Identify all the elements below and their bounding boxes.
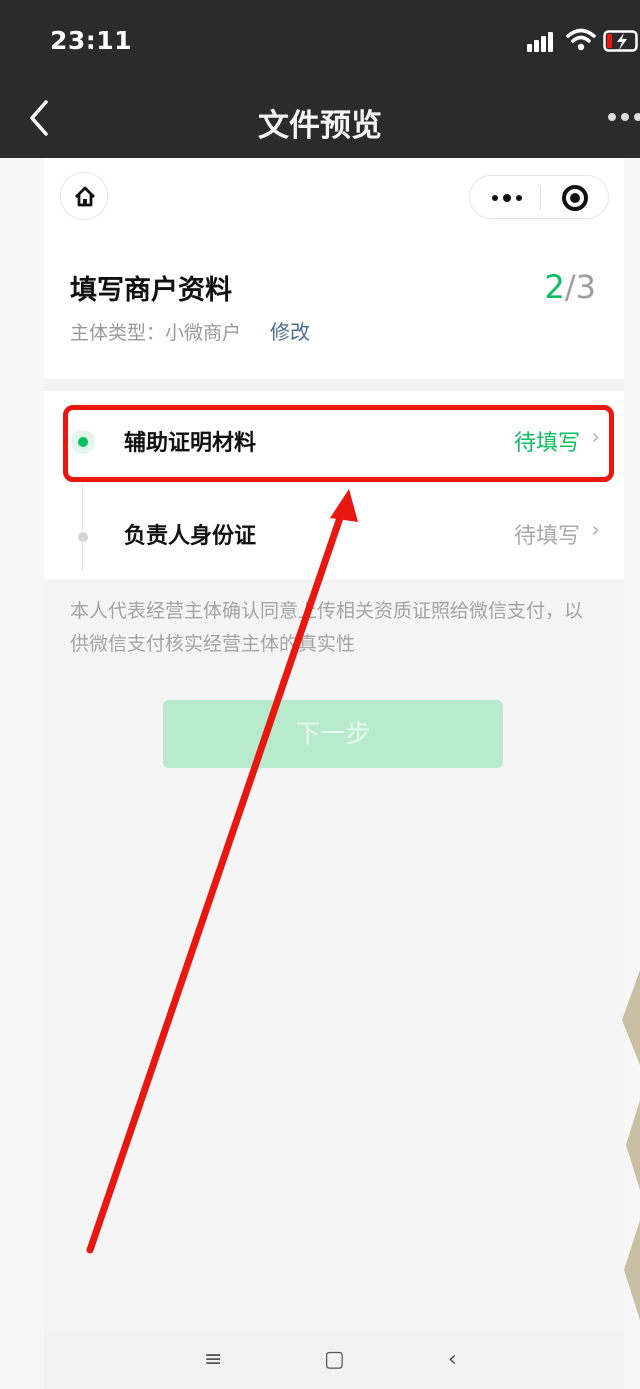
left-gutter (0, 158, 44, 1389)
pending-step-dot (78, 532, 88, 542)
chevron-right-icon: › (591, 518, 600, 543)
mini-program-page: 填写商户资料 2/3 主体类型：小微商户 修改 辅助证明材料 待填写 › 负责人… (44, 158, 624, 1389)
edge-pattern (622, 970, 640, 1320)
record-circle-icon[interactable] (562, 185, 588, 211)
capsule-divider (540, 186, 541, 210)
more-dots-icon[interactable] (492, 194, 524, 203)
signal-icon (527, 32, 557, 52)
status-time: 23:11 (50, 26, 133, 55)
item-status: 待填写 (513, 524, 580, 549)
top-bar: 23:11 文件预览 (0, 0, 640, 158)
back-chevron-icon[interactable]: ‹ (448, 1347, 457, 1372)
edit-link[interactable]: 修改 (270, 316, 310, 345)
menu-icon[interactable]: ≡ (204, 1347, 222, 1372)
next-step-button[interactable]: 下一步 (163, 700, 503, 768)
step-indicator: 2/3 (545, 268, 597, 306)
item-label: 负责人身份证 (124, 524, 257, 549)
list-item-id-card[interactable]: 负责人身份证 待填写 › (44, 491, 624, 579)
step-current: 2 (544, 268, 565, 306)
home-icon (75, 186, 95, 207)
step-total: /3 (564, 268, 596, 306)
capsule-menu (469, 175, 609, 219)
annotation-highlight-box (63, 405, 614, 482)
home-square-icon[interactable]: ▢ (324, 1347, 345, 1372)
battery-charging-icon (603, 30, 638, 52)
agreement-text: 本人代表经营主体确认同意上传相关资质证照给微信支付，以供微信支付核实经营主体的真… (70, 600, 584, 655)
step-connector (82, 484, 83, 570)
page-title: 文件预览 (258, 108, 382, 144)
more-dots-icon[interactable] (606, 113, 640, 123)
form-title: 填写商户资料 (70, 275, 232, 306)
system-nav-bar: ≡ ▢ ‹ (44, 1329, 624, 1389)
section-divider (44, 379, 624, 391)
subject-type: 主体类型：小微商户 (70, 322, 242, 344)
home-button[interactable] (60, 172, 108, 220)
wifi-icon (566, 28, 596, 51)
lower-section: 本人代表经营主体确认同意上传相关资质证照给微信支付，以供微信支付核实经营主体的真… (44, 579, 624, 1329)
